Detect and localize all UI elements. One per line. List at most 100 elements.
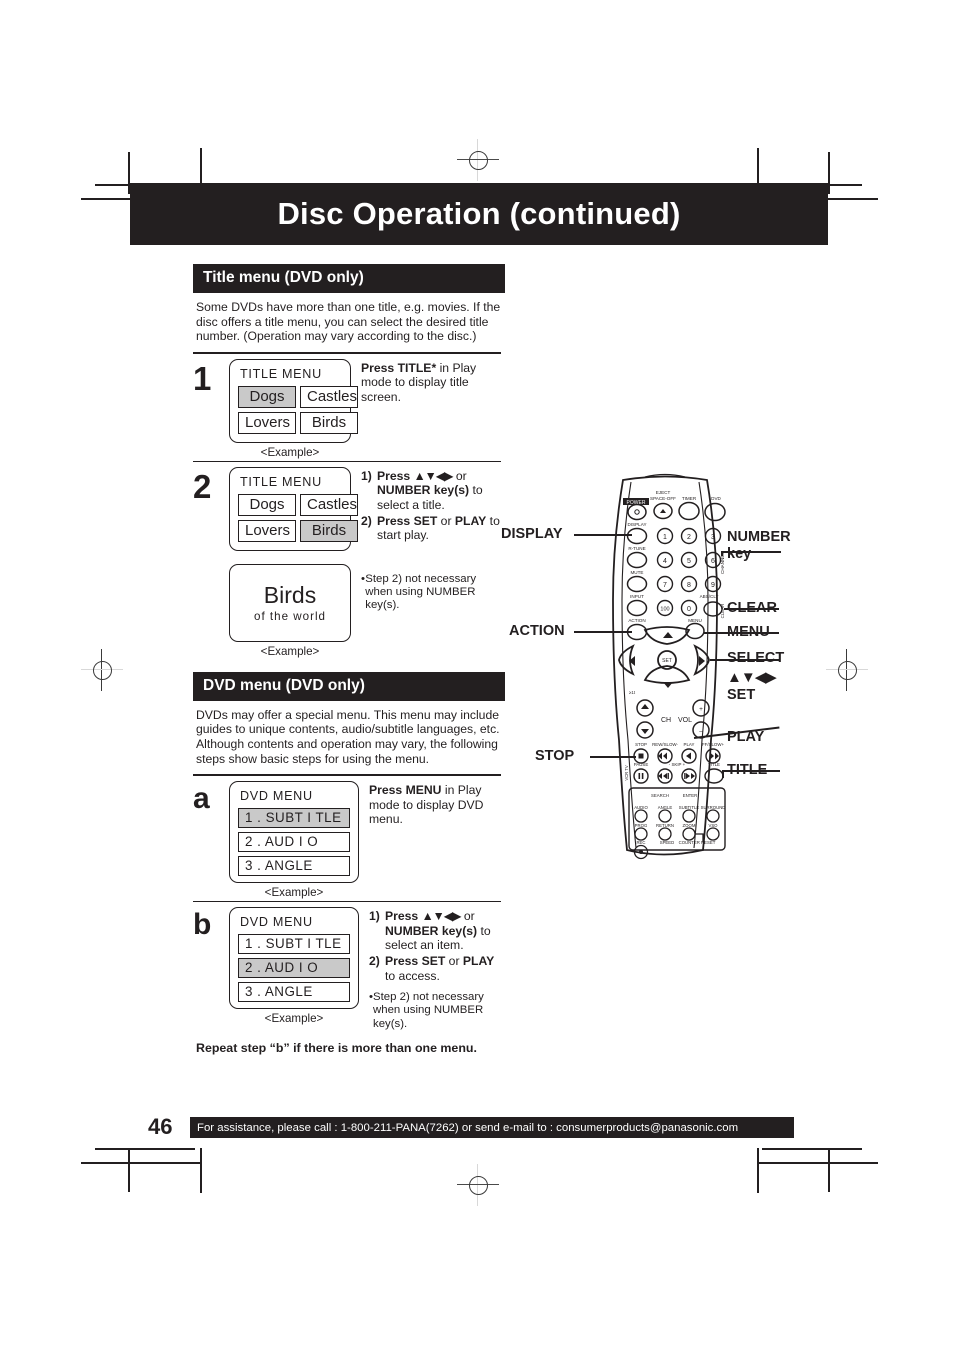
svg-text:ABS/CLT: ABS/CLT [700,594,719,599]
svg-text:+: + [699,706,703,713]
svg-text:TITLE: TITLE [708,762,720,767]
playback-title: Birds [263,581,317,608]
svg-text:5: 5 [687,558,691,565]
svg-text:VCR TV: VCR TV [624,765,629,780]
step-a: a DVD MENU 1 . SUBT I TLE 2 . AUD I O 3 … [193,781,505,899]
sb-i2-bold2: PLAY [462,954,495,969]
section-intro-title-menu: Some DVDs have more than one title, e.g.… [196,300,501,344]
svg-text:2: 2 [687,534,691,541]
title-cell-dogs[interactable]: Dogs [238,385,296,408]
osd-screens-step2: TITLE MENU Dogs Castles Lovers Birds Bir… [229,466,358,658]
dvd-menu-item-audio[interactable]: 2 . AUD I O [238,832,350,853]
title-cell-dogs[interactable]: Dogs [238,493,296,516]
title-cell-castles[interactable]: Castles [300,493,358,516]
svg-text:SEARCH: SEARCH [651,793,669,798]
callout-leader-line [710,659,780,661]
svg-text:6: 6 [711,558,715,565]
osd-screen-step1: TITLE MENU Dogs Castles Lovers Birds <Ex… [229,358,358,459]
svg-text:VOL: VOL [678,717,692,724]
divider [193,351,501,354]
svg-text:≥1t: ≥1t [629,690,636,695]
section-header-title-menu: Title menu (DVD only) [193,264,505,293]
svg-text:INPUT: INPUT [630,594,644,599]
step-a-instruction-bold: Press MENU [369,783,442,798]
svg-text:CLEAR: CLEAR [720,604,725,619]
step-letter: b [193,908,211,942]
svg-text:RETURN: RETURN [656,823,674,828]
sb-i1-bold: Press [385,909,422,924]
s2-i2-mid: or [437,514,455,528]
callout-leader-line [574,631,632,633]
dvd-menu-item-angle[interactable]: 3 . ANGLE [238,982,350,1003]
title-cell-castles[interactable]: Castles [300,385,358,408]
step-letter: a [193,782,210,816]
osd-screen-step-a: DVD MENU 1 . SUBT I TLE 2 . AUD I O 3 . … [229,781,359,899]
crop-mark-bottom-left-h2 [81,1162,201,1164]
s2-i1-bold2: NUMBER key(s) [377,483,470,498]
sb-i2-mid: or [445,954,463,969]
playback-subtitle: of the world [254,609,326,623]
callout-stop: STOP [535,748,575,764]
s2-i1-mid: or [452,468,467,483]
osd-screen-step-b: DVD MENU 1 . SUBT I TLE 2 . AUD I O 3 . … [229,907,359,1031]
svg-text:8: 8 [687,582,691,589]
step-2: 2 TITLE MENU Dogs Castles Lovers Birds B… [193,466,505,658]
sb-i2-rest: to access. [385,968,440,983]
divider [193,774,501,777]
svg-text:CH: CH [661,717,671,724]
crop-mark-bottom-left-v2 [200,1148,202,1193]
s2-i1-bold: Press [377,468,414,483]
page-number: 46 [148,1114,173,1139]
arrow-keys-icon: ▲▼◀▶ [413,468,454,483]
example-label: <Example> [260,445,320,459]
callout-action: ACTION [509,623,565,639]
divider [193,901,501,903]
osd-title: TITLE MENU [240,366,322,381]
step-b-instruction-1: 1) Press ▲▼◀▶ or NUMBER key(s) to select… [359,907,505,952]
svg-text:COUNTER RESET: COUNTER RESET [679,840,716,845]
registration-mark-top [457,139,499,181]
crop-mark-bottom-left-h [95,1148,195,1150]
svg-text:ZOOM: ZOOM [683,823,696,828]
example-label: <Example> [264,886,324,900]
arrow-keys-icon: ▲▼◀▶ [421,909,462,924]
callout-number-key-line2: key [727,546,752,562]
crop-mark-bottom-left-v [128,1150,130,1192]
step-b: b DVD MENU 1 . SUBT I TLE 2 . AUD I O 3 … [193,907,505,1031]
step-b-instruction-2: 2) Press SET or PLAY to access. [359,952,505,983]
sb-i2-bold: Press SET [385,954,446,969]
svg-text:7: 7 [663,582,667,589]
crop-mark-bottom-right-v [828,1150,830,1192]
svg-text:9: 9 [711,582,715,589]
svg-text:ENTER: ENTER [683,793,698,798]
svg-text:TIMER: TIMER [682,496,697,501]
title-cell-lovers[interactable]: Lovers [238,411,296,434]
sb-i1-bold2: NUMBER key(s) [385,923,478,938]
step-1-instruction-bold: Press TITLE* [361,360,437,375]
title-cell-birds[interactable]: Birds [300,519,358,542]
svg-text:FF/SLOW+: FF/SLOW+ [702,742,725,747]
dvd-menu-item-subtitle[interactable]: 1 . SUBT I TLE [238,934,350,955]
step-a-instruction: Press MENU in Play mode to display DVD m… [359,781,505,899]
divider [193,460,501,462]
crop-mark-top-right-v2 [828,152,830,194]
svg-text:EJECT: EJECT [656,490,671,495]
section-header-dvd-menu: DVD menu (DVD only) [193,671,505,701]
s2-i2-bold2: PLAY [454,514,487,528]
callout-leader-line [724,608,779,610]
step-number: 1 [193,359,211,397]
callout-leader-line [704,632,779,634]
dvd-menu-item-subtitle[interactable]: 1 . SUBT I TLE [238,808,350,829]
callout-select-arrows: ▲▼◀▶ [727,669,777,686]
remote-control-illustration: POWER EJECT SPACE-OFF TIMER DVD DISPLAY … [501,468,825,888]
step-1: 1 TITLE MENU Dogs Castles Lovers Birds <… [193,358,505,459]
registration-mark-right [826,649,868,691]
svg-text:DVD: DVD [711,496,721,501]
title-cell-birds[interactable]: Birds [300,411,358,434]
dvd-menu-item-audio[interactable]: 2 . AUD I O [238,958,350,979]
svg-text:SURROUND: SURROUND [701,805,726,810]
svg-text:4: 4 [663,558,667,565]
dvd-menu-item-angle[interactable]: 3 . ANGLE [238,856,350,877]
title-cell-lovers[interactable]: Lovers [238,519,296,542]
svg-text:SET: SET [662,658,672,664]
